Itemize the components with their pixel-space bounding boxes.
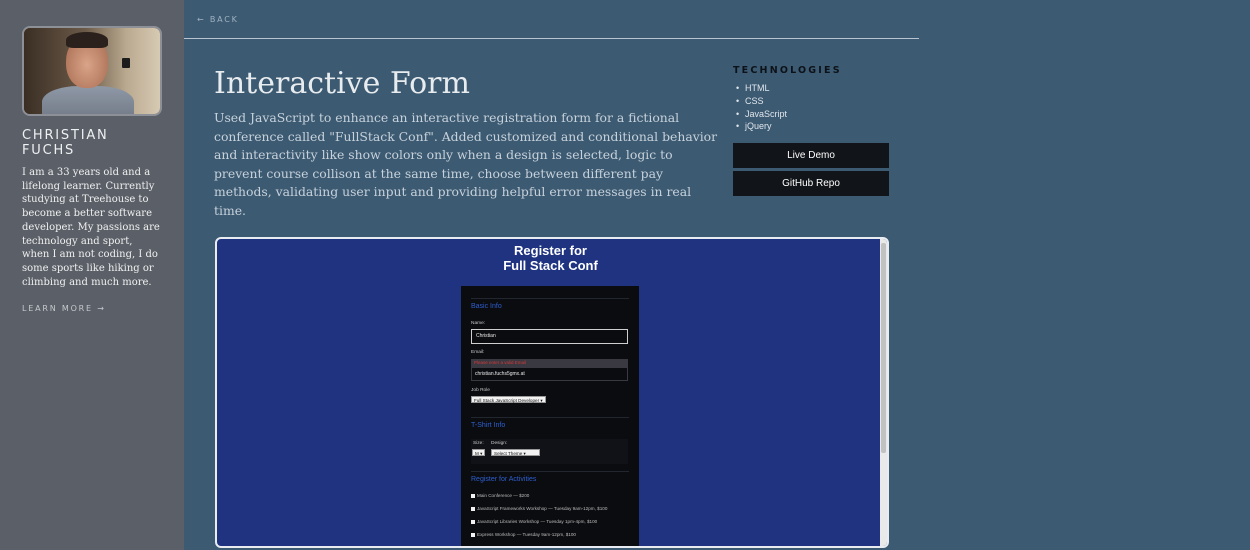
- activity-item[interactable]: Main Conference — $200: [471, 493, 529, 498]
- checkbox[interactable]: [471, 532, 475, 537]
- activity-item[interactable]: Express Workshop — Tuesday 9am-12pm, $10…: [471, 532, 576, 537]
- preview-title-line2: Full Stack Conf: [503, 258, 598, 273]
- checkbox[interactable]: [471, 493, 475, 498]
- activity-label: Main Conference — $200: [477, 493, 530, 498]
- basic-info-legend: Basic Info: [471, 303, 502, 310]
- job-role-select[interactable]: Full Stack JavaScript Developer ▾: [471, 396, 546, 403]
- technology-item: JavaScript: [736, 109, 787, 122]
- preview-title: Register for Full Stack Conf: [217, 243, 884, 273]
- technology-item: HTML: [736, 83, 787, 96]
- back-link[interactable]: ← BACK: [197, 15, 239, 24]
- divider: [471, 298, 629, 299]
- activity-item[interactable]: JavaScript Libraries Workshop — Tuesday …: [471, 519, 597, 524]
- activity-label: JavaScript Frameworks Workshop — Tuesday…: [477, 506, 608, 511]
- avatar: [22, 26, 162, 116]
- technologies-heading: TECHNOLOGIES: [733, 65, 842, 76]
- project-description: Used JavaScript to enhance an interactiv…: [214, 110, 718, 218]
- profile-sidebar: CHRISTIAN FUCHS I am a 33 years old and …: [0, 0, 184, 550]
- activity-item[interactable]: JavaScript Frameworks Workshop — Tuesday…: [471, 506, 607, 511]
- divider: [471, 417, 629, 418]
- page-title: Interactive Form: [214, 66, 470, 101]
- size-select[interactable]: M ▾: [472, 449, 486, 456]
- activities-legend: Register for Activities: [471, 476, 537, 483]
- job-role-label: Job Role: [471, 388, 490, 393]
- technologies-list: HTML CSS JavaScript jQuery: [736, 83, 787, 134]
- github-repo-button[interactable]: GitHub Repo: [733, 171, 889, 196]
- tshirt-info-legend: T-Shirt Info: [471, 422, 506, 429]
- design-select[interactable]: Select Theme ▾: [491, 449, 540, 456]
- email-field[interactable]: christian.fuchs5gmx.at: [471, 367, 628, 381]
- registration-form: Basic Info Name: Christian Email: Please…: [461, 286, 639, 546]
- design-label: Design:: [491, 441, 508, 446]
- scrollbar-thumb[interactable]: [881, 243, 886, 453]
- activity-label: JavaScript Libraries Workshop — Tuesday …: [477, 519, 598, 524]
- profile-name: CHRISTIAN FUCHS: [22, 128, 109, 158]
- profile-bio: I am a 33 years old and a lifelong learn…: [22, 167, 160, 288]
- name-label: Name:: [471, 321, 486, 326]
- email-error-message: Please enter a valid Email: [471, 359, 628, 367]
- learn-more-link[interactable]: LEARN MORE →: [22, 304, 162, 313]
- header-divider: [184, 38, 919, 39]
- checkbox[interactable]: [471, 506, 475, 511]
- divider: [471, 471, 629, 472]
- preview-scrollbar[interactable]: [880, 239, 887, 546]
- preview-title-line1: Register for: [514, 243, 587, 258]
- project-preview[interactable]: Register for Full Stack Conf Basic Info …: [215, 237, 889, 548]
- name-field[interactable]: Christian: [471, 329, 628, 344]
- technology-item: CSS: [736, 96, 787, 109]
- live-demo-button[interactable]: Live Demo: [733, 143, 889, 168]
- technology-item: jQuery: [736, 121, 787, 134]
- size-label: Size:: [473, 441, 484, 446]
- email-label: Email:: [471, 350, 485, 355]
- activity-label: Express Workshop — Tuesday 9am-12pm, $10…: [477, 532, 576, 537]
- checkbox[interactable]: [471, 519, 475, 524]
